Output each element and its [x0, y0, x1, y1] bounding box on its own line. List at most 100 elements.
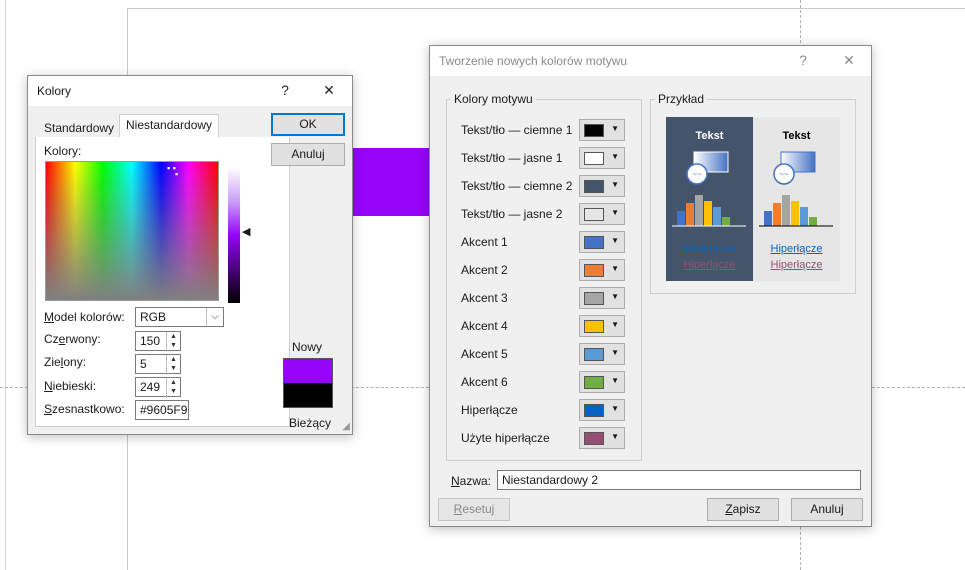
color-chip: [584, 264, 604, 277]
theme-color-label: Akcent 3: [461, 291, 508, 305]
chevron-down-icon: ▼: [611, 404, 619, 413]
red-spinner[interactable]: ▲ ▼: [166, 332, 180, 352]
theme-color-label: Akcent 5: [461, 347, 508, 361]
blue-input[interactable]: 249 ▲ ▼: [135, 377, 181, 398]
chevron-down-icon: ▼: [611, 208, 619, 217]
chevron-down-icon: ▼: [611, 376, 619, 385]
tab-custom[interactable]: Niestandardowy: [119, 114, 220, 138]
custom-tab-panel: Kolory: ▪ ▪ ▪ ◀ Model kolorów: RGB ⌵ Cze…: [35, 137, 290, 427]
color-chip: [584, 348, 604, 361]
new-color-swatch: [283, 358, 333, 383]
theme-color-picker-button[interactable]: ▼: [579, 399, 625, 421]
current-color-label: Bieżący: [289, 416, 332, 430]
color-chip: [584, 376, 604, 389]
theme-colors-group-title: Kolory motywu: [451, 92, 536, 106]
theme-color-label: Akcent 6: [461, 375, 508, 389]
color-model-value: RGB: [140, 310, 167, 324]
current-color-swatch: [283, 383, 333, 408]
luminance-arrow-icon[interactable]: ◀: [242, 225, 250, 238]
theme-color-picker-button[interactable]: ▼: [579, 119, 625, 141]
theme-color-picker-button[interactable]: ▼: [579, 315, 625, 337]
color-chip: [584, 404, 604, 417]
theme-dialog-title: Tworzenie nowych kolorów motywu: [439, 54, 628, 68]
theme-color-picker-button[interactable]: ▼: [579, 427, 625, 449]
theme-color-label: Hiperłącze: [461, 403, 518, 417]
red-label: Czerwony:: [44, 332, 101, 346]
preview-light-followed-link: Hiperłącze: [770, 259, 823, 271]
luminance-slider[interactable]: [228, 167, 240, 303]
cancel-button[interactable]: Anuluj: [271, 143, 345, 166]
theme-color-label: Akcent 4: [461, 319, 508, 333]
slide-border-top: [127, 8, 965, 9]
resize-grip-icon[interactable]: ◢: [342, 421, 350, 432]
theme-color-picker-button[interactable]: ▼: [579, 175, 625, 197]
blue-spinner[interactable]: ▲ ▼: [166, 378, 180, 398]
reset-button[interactable]: Resetuj: [438, 498, 510, 521]
color-model-select[interactable]: RGB ⌵: [135, 307, 224, 327]
chevron-down-icon: ▼: [611, 152, 619, 161]
svg-text:~~: ~~: [692, 170, 702, 179]
chevron-down-icon: ▼: [611, 348, 619, 357]
hex-label: Szesnastkowo:: [44, 402, 125, 416]
chevron-down-icon: ▼: [611, 124, 619, 133]
theme-color-picker-button[interactable]: ▼: [579, 203, 625, 225]
theme-color-picker-button[interactable]: ▼: [579, 371, 625, 393]
preview-dark-title: Tekst: [695, 130, 724, 142]
save-button[interactable]: Zapisz: [707, 498, 779, 521]
chevron-down-icon: ▼: [611, 264, 619, 273]
colors-dialog-titlebar: Kolory ? ✕: [28, 76, 352, 106]
theme-color-picker-button[interactable]: ▼: [579, 231, 625, 253]
theme-color-picker-button[interactable]: ▼: [579, 343, 625, 365]
theme-color-label: Tekst/tło — ciemne 1: [461, 123, 573, 137]
theme-color-picker-button[interactable]: ▼: [579, 287, 625, 309]
help-button[interactable]: ?: [275, 82, 295, 98]
preview-light-hyperlink: Hiperłącze: [770, 243, 823, 255]
color-spectrum[interactable]: ▪ ▪ ▪: [45, 161, 219, 301]
green-value: 5: [140, 357, 147, 371]
svg-text:~~: ~~: [779, 170, 789, 179]
color-chip: [584, 180, 604, 193]
theme-color-picker-button[interactable]: ▼: [579, 147, 625, 169]
green-spinner[interactable]: ▲ ▼: [166, 355, 180, 375]
color-chip: [584, 292, 604, 305]
cancel-button[interactable]: Anuluj: [791, 498, 863, 521]
color-chip: [584, 320, 604, 333]
chevron-down-icon: ▼: [611, 292, 619, 301]
close-button[interactable]: ✕: [319, 82, 339, 99]
color-chip: [584, 236, 604, 249]
chevron-down-icon: ▼: [611, 320, 619, 329]
ok-button[interactable]: OK: [271, 113, 345, 136]
preview-dark-panel: Tekst ~~ Hiperłącze Hiperłącze: [666, 117, 753, 281]
model-label: Model kolorów:: [44, 310, 125, 324]
theme-color-label: Tekst/tło — jasne 1: [461, 151, 563, 165]
color-chip: [584, 124, 604, 137]
crosshair-icon: ▪: [175, 169, 179, 179]
preview-light-title: Tekst: [782, 130, 811, 142]
theme-color-picker-button[interactable]: ▼: [579, 259, 625, 281]
chevron-down-icon: ▼: [611, 236, 619, 245]
name-input[interactable]: Niestandardowy 2: [497, 470, 861, 490]
help-button[interactable]: ?: [793, 52, 813, 68]
theme-color-label: Akcent 2: [461, 263, 508, 277]
preview-group-title: Przykład: [655, 92, 708, 106]
red-value: 150: [140, 334, 161, 348]
preview-dark-followed-link: Hiperłącze: [683, 259, 736, 271]
green-input[interactable]: 5 ▲ ▼: [135, 354, 181, 375]
chevron-down-icon: ▼: [611, 180, 619, 189]
blue-label: Niebieski:: [44, 379, 97, 393]
green-label: Zielony:: [44, 355, 87, 369]
slide-edge: [5, 0, 6, 570]
purple-shape[interactable]: [350, 148, 432, 216]
close-button[interactable]: ✕: [839, 52, 859, 69]
hex-input[interactable]: #9605F9: [135, 400, 189, 420]
theme-color-label: Tekst/tło — jasne 2: [461, 207, 563, 221]
colors-label: Kolory:: [44, 144, 82, 158]
colors-dialog-title: Kolory: [37, 84, 72, 98]
color-chip: [584, 432, 604, 445]
theme-color-label: Tekst/tło — ciemne 2: [461, 179, 573, 193]
color-chip: [584, 208, 604, 221]
theme-color-label: Akcent 1: [461, 235, 508, 249]
red-input[interactable]: 150 ▲ ▼: [135, 331, 181, 352]
blue-value: 249: [140, 380, 161, 394]
theme-dialog-titlebar: Tworzenie nowych kolorów motywu ? ✕: [430, 46, 871, 76]
